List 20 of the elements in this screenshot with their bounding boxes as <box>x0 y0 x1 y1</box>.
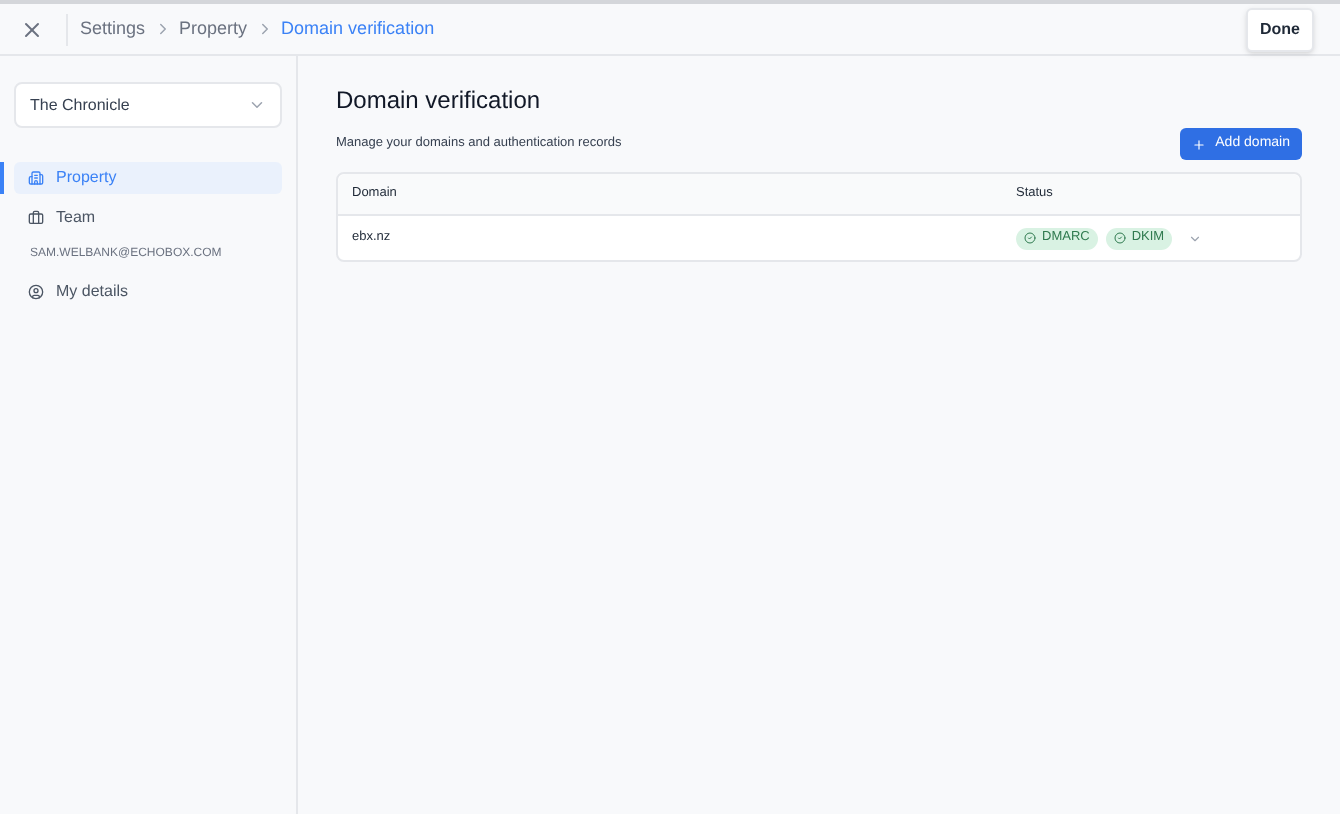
sidebar-item[interactable]: Team <box>14 202 282 234</box>
page-title: Domain verification <box>336 84 543 118</box>
building-icon <box>28 170 44 186</box>
done-button[interactable]: Done <box>1246 8 1314 52</box>
check-circle-icon <box>1113 232 1126 244</box>
sidebar-item[interactable]: Property <box>14 162 282 194</box>
breadcrumb-link[interactable]: Property <box>179 15 248 43</box>
chevron-down-icon <box>1188 231 1203 245</box>
user-icon <box>28 284 44 300</box>
property-select[interactable]: The Chronicle <box>14 82 282 128</box>
breadcrumb-link[interactable]: Domain verification <box>281 15 435 43</box>
sidebar-item[interactable]: My details <box>14 276 282 308</box>
close-button[interactable] <box>20 17 44 41</box>
breadcrumb-link[interactable]: Settings <box>80 15 146 43</box>
expand-button[interactable] <box>1188 231 1203 245</box>
close-icon <box>20 17 44 41</box>
check-circle-icon <box>1024 232 1036 244</box>
chevron-down-icon <box>248 96 266 114</box>
plus-icon <box>1191 137 1206 151</box>
briefcase-icon <box>28 210 44 226</box>
